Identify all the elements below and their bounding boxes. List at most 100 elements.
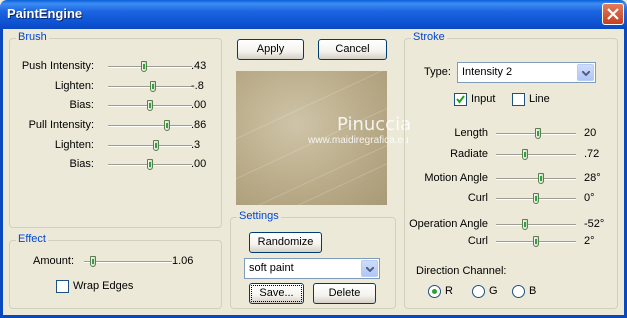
brush-label: Lighten:: [54, 80, 94, 92]
amount-value: 1.06: [172, 255, 194, 267]
randomize-button[interactable]: Randomize: [249, 232, 322, 253]
brush-slider[interactable]: [108, 120, 192, 131]
stroke-label: Motion Angle: [424, 172, 488, 184]
brush-legend: Brush: [16, 31, 49, 43]
apply-button[interactable]: Apply: [237, 39, 304, 60]
channel-radio-r[interactable]: [428, 285, 441, 298]
stroke-slider-thumb[interactable]: [522, 219, 528, 230]
chevron-down-icon: [366, 267, 374, 272]
brush-label: Lighten:: [54, 139, 94, 151]
stroke-slider[interactable]: [496, 149, 576, 160]
stroke-slider-thumb[interactable]: [538, 173, 544, 184]
stroke-slider-thumb[interactable]: [533, 236, 539, 247]
delete-button[interactable]: Delete: [313, 283, 376, 304]
input-label: Input: [471, 93, 496, 105]
stroke-label: Curl: [467, 192, 488, 204]
effect-group: Effect: [9, 233, 222, 309]
radio-selected-dot: [432, 289, 437, 294]
stroke-slider-thumb[interactable]: [535, 128, 541, 139]
channel-label: B: [529, 285, 537, 297]
brush-row: Lighten: -.8: [10, 79, 215, 95]
stroke-label: Curl: [467, 235, 488, 247]
brush-label: Push Intensity:: [21, 60, 94, 72]
brush-slider[interactable]: [108, 100, 192, 111]
brush-slider-thumb[interactable]: [141, 61, 147, 72]
amount-slider[interactable]: [84, 256, 172, 267]
checkmark-icon: [456, 95, 465, 104]
watermark-title: Pinuccia: [337, 114, 412, 135]
preset-select[interactable]: soft paint: [244, 258, 380, 279]
stroke-slider[interactable]: [496, 236, 576, 247]
stroke-row: Motion Angle 28°: [408, 171, 613, 187]
stroke-row: Curl 0°: [408, 191, 613, 207]
stroke-value: 20: [584, 127, 597, 139]
brush-row: Lighten: .3: [10, 138, 215, 154]
stroke-row: Operation Angle -52°: [408, 217, 613, 233]
line-label: Line: [529, 93, 550, 105]
wrap-edges-checkbox[interactable]: [56, 280, 69, 293]
stroke-label: Operation Angle: [409, 218, 488, 230]
stroke-slider[interactable]: [496, 128, 576, 139]
stroke-label: Radiate: [450, 148, 488, 160]
stroke-slider-thumb[interactable]: [533, 193, 539, 204]
stroke-row: Length 20: [408, 126, 613, 142]
line-checkbox[interactable]: [512, 93, 525, 106]
save-button[interactable]: Save...: [249, 283, 304, 304]
brush-slider[interactable]: [108, 61, 192, 72]
stroke-label: Length: [454, 127, 488, 139]
stroke-slider[interactable]: [496, 219, 576, 230]
settings-legend: Settings: [237, 210, 281, 222]
type-label: Type:: [424, 66, 451, 78]
channel-label: R: [445, 285, 453, 297]
brush-slider[interactable]: [108, 81, 192, 92]
amount-row: Amount: 1.06: [10, 254, 210, 270]
brush-value: .00: [191, 99, 207, 111]
stroke-legend: Stroke: [411, 31, 447, 43]
brush-value: -.8: [191, 80, 204, 92]
stroke-slider[interactable]: [496, 173, 576, 184]
direction-channel-label: Direction Channel:: [416, 265, 507, 277]
watermark-url: www.maidiregrafica.eu: [308, 135, 409, 146]
stroke-value: 28°: [584, 172, 601, 184]
brush-value: .43: [191, 60, 207, 72]
window-title: PaintEngine: [7, 6, 83, 21]
stroke-value: -52°: [584, 218, 605, 230]
brush-row: Pull Intensity: .86: [10, 118, 215, 134]
stroke-row: Curl 2°: [408, 234, 613, 250]
brush-slider-thumb[interactable]: [164, 120, 170, 131]
brush-row: Bias: .00: [10, 157, 215, 173]
input-checkbox[interactable]: [454, 93, 467, 106]
stroke-slider-thumb[interactable]: [522, 149, 528, 160]
brush-slider-thumb[interactable]: [150, 81, 156, 92]
brush-slider-thumb[interactable]: [153, 140, 159, 151]
amount-label: Amount:: [33, 255, 74, 267]
close-icon: [607, 8, 619, 20]
channel-radio-g[interactable]: [472, 285, 485, 298]
brush-slider[interactable]: [108, 159, 192, 170]
stroke-row: Radiate .72: [408, 147, 613, 163]
preset-dropdown-button[interactable]: [361, 260, 378, 277]
stroke-value: 2°: [584, 235, 595, 247]
cancel-button[interactable]: Cancel: [318, 39, 387, 60]
brush-slider-thumb[interactable]: [147, 159, 153, 170]
chevron-down-icon: [582, 71, 590, 76]
brush-value: .86: [191, 119, 207, 131]
preset-value: soft paint: [249, 262, 294, 274]
stroke-value: .72: [584, 148, 600, 160]
brush-value: .00: [191, 158, 207, 170]
type-dropdown-button[interactable]: [577, 64, 594, 81]
amount-slider-thumb[interactable]: [90, 256, 96, 267]
type-select[interactable]: Intensity 2: [457, 62, 596, 83]
title-bar[interactable]: PaintEngine: [0, 0, 627, 29]
effect-legend: Effect: [16, 233, 48, 245]
brush-slider[interactable]: [108, 140, 192, 151]
brush-slider-thumb[interactable]: [147, 100, 153, 111]
stroke-value: 0°: [584, 192, 595, 204]
brush-row: Push Intensity: .43: [10, 59, 215, 75]
brush-label: Bias:: [69, 158, 94, 170]
close-button[interactable]: [602, 3, 624, 25]
brush-label: Pull Intensity:: [28, 119, 94, 131]
channel-label: G: [489, 285, 498, 297]
channel-radio-b[interactable]: [512, 285, 525, 298]
stroke-slider[interactable]: [496, 193, 576, 204]
